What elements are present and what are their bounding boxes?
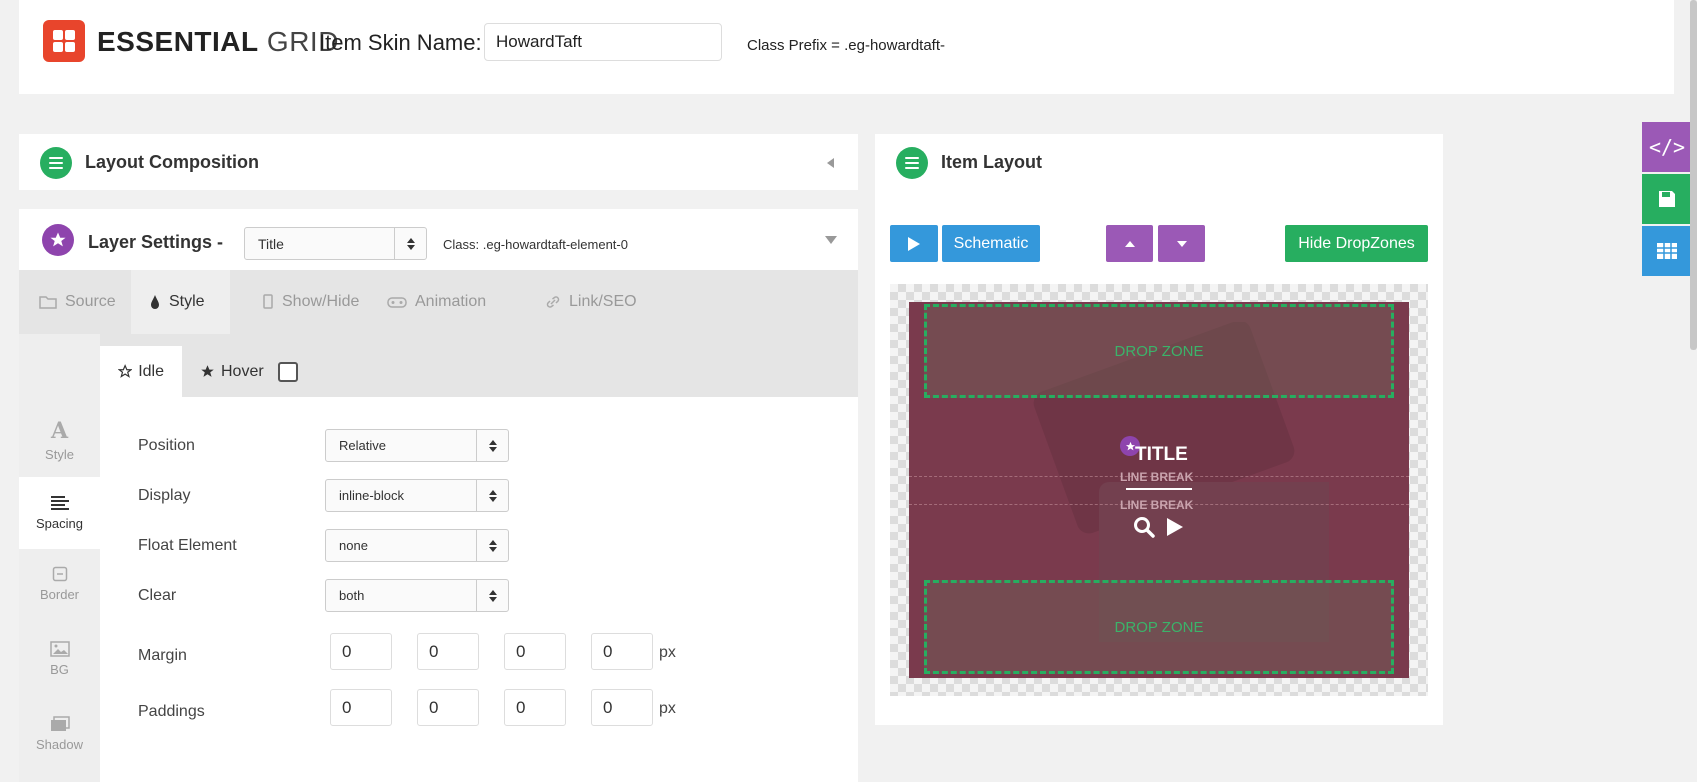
item-layout-title: Item Layout <box>941 152 1043 172</box>
play-icon <box>908 236 920 251</box>
tab-hover[interactable]: Hover <box>182 346 316 397</box>
star-icon <box>1125 441 1135 450</box>
tablet-icon <box>263 294 273 309</box>
essential-grid-logo <box>43 20 85 62</box>
star-icon <box>42 224 74 256</box>
padding-bottom-input[interactable]: 0 <box>504 689 566 726</box>
caret-down-icon <box>1176 240 1187 247</box>
star-outline-icon <box>118 364 133 378</box>
search-icon[interactable] <box>1133 516 1155 538</box>
font-icon: A <box>50 418 69 444</box>
margin-label: Margin <box>138 647 187 664</box>
tab-style[interactable]: Style <box>131 270 230 334</box>
margin-right-input[interactable]: 0 <box>417 633 479 670</box>
state-tabs: Idle Hover <box>100 334 858 397</box>
hover-checkbox[interactable] <box>277 361 298 382</box>
sidebar-item-shadow[interactable]: Shadow <box>19 701 100 767</box>
line-break-label: LINE BREAK <box>1120 498 1194 512</box>
clear-label: Clear <box>138 587 177 604</box>
grid-button[interactable] <box>1642 226 1692 276</box>
drop-icon <box>151 295 159 309</box>
display-select[interactable]: inline-block <box>325 479 509 512</box>
code-icon: </> <box>1648 135 1686 159</box>
scrollbar[interactable] <box>1690 0 1697 350</box>
brand-name: ESSENTIAL GRID <box>97 26 339 57</box>
select-arrows-icon <box>476 530 508 561</box>
display-label: Display <box>138 487 191 504</box>
class-prefix: Class Prefix = .eg-howardtaft- <box>747 37 945 54</box>
tab-show-hide[interactable]: Show/Hide <box>244 270 377 334</box>
play-button[interactable] <box>890 225 938 262</box>
layer-select[interactable]: Title <box>244 227 427 260</box>
sidebar-item-border[interactable]: Border <box>19 551 100 617</box>
position-select[interactable]: Relative <box>325 429 509 462</box>
layer-settings-panel: Layer Settings - Title Class: .eg-howard… <box>19 209 858 270</box>
folder-icon <box>39 296 57 309</box>
select-arrows-icon <box>394 228 426 259</box>
dropzone-bottom[interactable]: DROP ZONE <box>924 580 1394 674</box>
save-button[interactable] <box>1642 174 1692 224</box>
padding-top-input[interactable]: 0 <box>330 689 392 726</box>
margin-top-input[interactable]: 0 <box>330 633 392 670</box>
line-break-label: LINE BREAK <box>1120 470 1194 484</box>
caret-up-icon <box>1124 240 1135 247</box>
save-icon <box>1659 191 1675 207</box>
menu-icon <box>896 147 928 179</box>
skin-name-input[interactable] <box>484 23 722 61</box>
star-icon <box>201 365 214 377</box>
code-button[interactable]: </> <box>1642 122 1692 172</box>
tab-idle[interactable]: Idle <box>100 346 182 397</box>
header: ESSENTIAL GRID Item Skin Name: Class Pre… <box>19 0 1674 94</box>
tab-source[interactable]: Source <box>21 270 134 334</box>
dropzone-top[interactable]: DROP ZONE <box>924 304 1394 398</box>
move-up-button[interactable] <box>1106 225 1153 262</box>
collapse-caret-icon[interactable] <box>825 236 837 244</box>
clear-select[interactable]: both <box>325 579 509 612</box>
style-sidebar: A Style Spacing Border BG Shadow <box>19 334 100 782</box>
image-icon <box>49 641 70 657</box>
layer-class-label: Class: .eg-howardtaft-element-0 <box>443 237 628 252</box>
schematic-button[interactable]: Schematic <box>942 225 1040 262</box>
margin-bottom-input[interactable]: 0 <box>504 633 566 670</box>
layout-composition-title: Layout Composition <box>85 152 259 172</box>
layer-tabs: Source Style Show/Hide Animation Link/SE… <box>19 270 858 334</box>
move-down-button[interactable] <box>1158 225 1205 262</box>
position-label: Position <box>138 437 195 454</box>
tab-animation[interactable]: Animation <box>369 270 504 334</box>
sidebar-item-spacing[interactable]: Spacing <box>19 477 100 549</box>
link-icon <box>546 296 560 308</box>
layer-settings-title: Layer Settings - <box>88 232 224 252</box>
padding-label: Paddings <box>138 703 205 720</box>
sidebar-item-bg[interactable]: BG <box>19 626 100 692</box>
hide-dropzones-button[interactable]: Hide DropZones <box>1285 225 1428 262</box>
divider-line <box>1126 488 1192 490</box>
preview-title[interactable]: TITLE <box>1135 444 1188 466</box>
float-label: Float Element <box>138 537 237 554</box>
grid-icon <box>1657 243 1677 259</box>
skin-name-label: Item Skin Name: <box>319 30 482 55</box>
item-preview-card: DROP ZONE TITLE LINE BREAK LINE BREAK DR… <box>909 302 1409 678</box>
sidebar-item-style[interactable]: A Style <box>19 408 100 474</box>
padding-right-input[interactable]: 0 <box>417 689 479 726</box>
gamepad-icon <box>387 297 407 308</box>
align-icon <box>50 496 69 510</box>
collapse-caret-icon[interactable] <box>827 158 834 168</box>
padding-left-input[interactable]: 0 <box>591 689 653 726</box>
margin-left-input[interactable]: 0 <box>591 633 653 670</box>
play-icon[interactable] <box>1165 516 1185 538</box>
border-icon <box>52 566 67 582</box>
layout-composition-panel[interactable]: Layout Composition <box>19 134 858 190</box>
tab-link-seo[interactable]: Link/SEO <box>527 270 655 334</box>
float-select[interactable]: none <box>325 529 509 562</box>
padding-unit: px <box>659 700 676 717</box>
select-arrows-icon <box>476 430 508 461</box>
select-arrows-icon <box>476 480 508 511</box>
margin-unit: px <box>659 644 676 661</box>
menu-icon <box>40 147 72 179</box>
select-arrows-icon <box>476 580 508 611</box>
shadow-icon <box>50 716 70 731</box>
